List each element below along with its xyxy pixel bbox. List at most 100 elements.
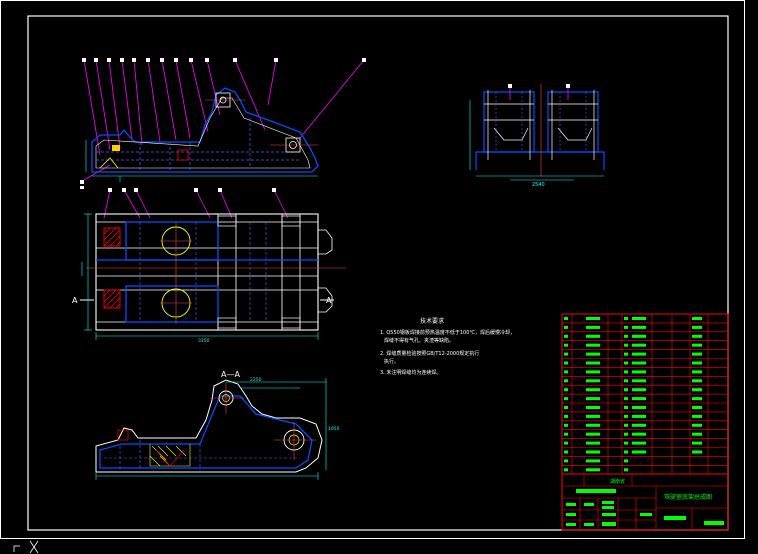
title-block[interactable]: 湖南省 驾驶室底架总成图 [561,473,729,531]
parts-cell-mark [564,414,568,418]
ucs-icon [13,540,39,554]
parts-cell-mark [632,325,646,329]
parts-cell-mark [632,441,646,445]
parts-cell-mark [564,361,568,365]
parts-cell-mark [624,423,628,427]
parts-cell-mark [624,352,628,356]
parts-cell-mark [692,406,702,409]
section-mark-left: A [72,296,78,305]
parts-cell-mark [624,379,628,383]
parts-cell-mark [692,325,702,329]
plan-view[interactable]: A A 3150 [72,188,346,344]
parts-cell-mark [624,388,628,392]
parts-cell-mark [632,317,646,320]
section-dimensions [95,378,327,480]
parts-cell-mark [586,370,600,374]
parts-cell-mark [586,406,600,409]
parts-cell-mark [624,459,628,463]
parts-cell-mark [692,379,702,383]
cad-drawing-canvas[interactable]: 2540 A 3150 A—A 2250 1050 技术要求 1. Q550钢板… [0,0,758,554]
side-view[interactable]: 2540 [469,84,605,188]
parts-cell-mark [586,423,600,427]
parts-cell-mark [624,325,628,329]
side-width-dim: 2540 [532,182,545,188]
parts-cell-mark [564,379,568,383]
parts-cell-mark [624,432,628,436]
parts-cell-mark [564,450,568,454]
plan-length-dim: 3150 [198,338,210,344]
parts-cell-mark [692,317,702,320]
parts-cell-mark [632,379,646,383]
parts-cell-mark [632,406,646,409]
notes-line-1b: 焊缝不得有气孔、夹渣等缺陷。 [384,337,454,344]
section-weld-hatch [149,444,191,467]
parts-cell-mark [632,334,646,338]
parts-cell-mark [624,361,628,365]
parts-cell-mark [586,388,600,392]
parts-cell-mark [624,450,628,454]
parts-cell-mark [586,459,600,463]
section-length-dim: 2250 [250,377,262,383]
balloon-leaders [83,59,365,181]
parts-cell-mark [632,343,646,347]
front-view[interactable] [80,58,366,189]
parts-cell-mark [632,432,646,436]
parts-cell-mark [564,317,568,320]
parts-cell-mark [564,441,568,445]
notes-line-2b: 执行。 [384,358,399,365]
notes-line-3: 3. 未注明焊缝均为连续焊。 [380,369,441,376]
balloon-markers [80,58,366,189]
parts-cell-mark [586,343,600,347]
technical-notes: 技术要求 1. Q550钢板焊接前预热温度不低于100℃，焊后缓慢冷却， 焊缝不… [380,317,515,376]
parts-cell-mark [564,432,568,436]
parts-cell-mark [692,352,702,356]
parts-list-table[interactable] [561,313,729,475]
parts-cell-mark [692,432,702,436]
plan-outline [95,213,319,331]
parts-cell-mark [586,317,600,320]
notes-line-2: 2. 焊缝质量检验按照GB/T12-2000规定执行 [380,350,479,357]
parts-cell-mark [586,414,600,418]
sheet-outer-border [0,0,745,539]
section-view-a-a[interactable]: A—A 2250 1050 [95,370,340,480]
parts-cell-mark [692,361,702,365]
notes-line-1: 1. Q550钢板焊接前预热温度不低于100℃，焊后缓慢冷却， [380,329,515,336]
parts-cell-mark [632,423,646,427]
parts-cell-mark [564,352,568,356]
sheet-inner-border [27,15,729,531]
title-company: 湖南省 [610,478,625,485]
parts-cell-mark [624,468,628,472]
parts-cell-mark [624,370,628,374]
parts-cell-mark [586,468,600,472]
parts-cell-mark [564,325,568,329]
front-dimensions [85,140,318,182]
parts-cell-mark [586,325,600,329]
parts-cell-mark [632,352,646,356]
parts-cell-mark [624,441,628,445]
parts-cell-mark [586,441,600,445]
parts-cell-mark [564,388,568,392]
parts-cell-mark [632,361,646,365]
parts-cell-mark [692,397,702,401]
parts-cell-mark [632,388,646,392]
parts-cell-mark [586,432,600,436]
parts-cell-mark [632,414,646,418]
parts-cell-mark [632,450,646,454]
parts-cell-mark [692,423,702,427]
parts-cell-mark [624,343,628,347]
parts-cell-mark [586,352,600,356]
front-hidden-lines [96,118,300,170]
parts-cell-mark [586,361,600,365]
title-drawing-name: 驾驶室底架总成图 [664,493,712,501]
section-label: A—A [221,370,240,379]
parts-cell-mark [564,334,568,338]
parts-cell-mark [692,414,702,418]
parts-cell-mark [564,423,568,427]
parts-cell-mark [564,343,568,347]
parts-cell-mark [624,414,628,418]
parts-cell-mark [624,317,628,320]
parts-cell-mark [586,397,600,401]
notes-heading: 技术要求 [420,317,444,325]
parts-cell-mark [624,334,628,338]
parts-cell-mark [632,397,646,401]
